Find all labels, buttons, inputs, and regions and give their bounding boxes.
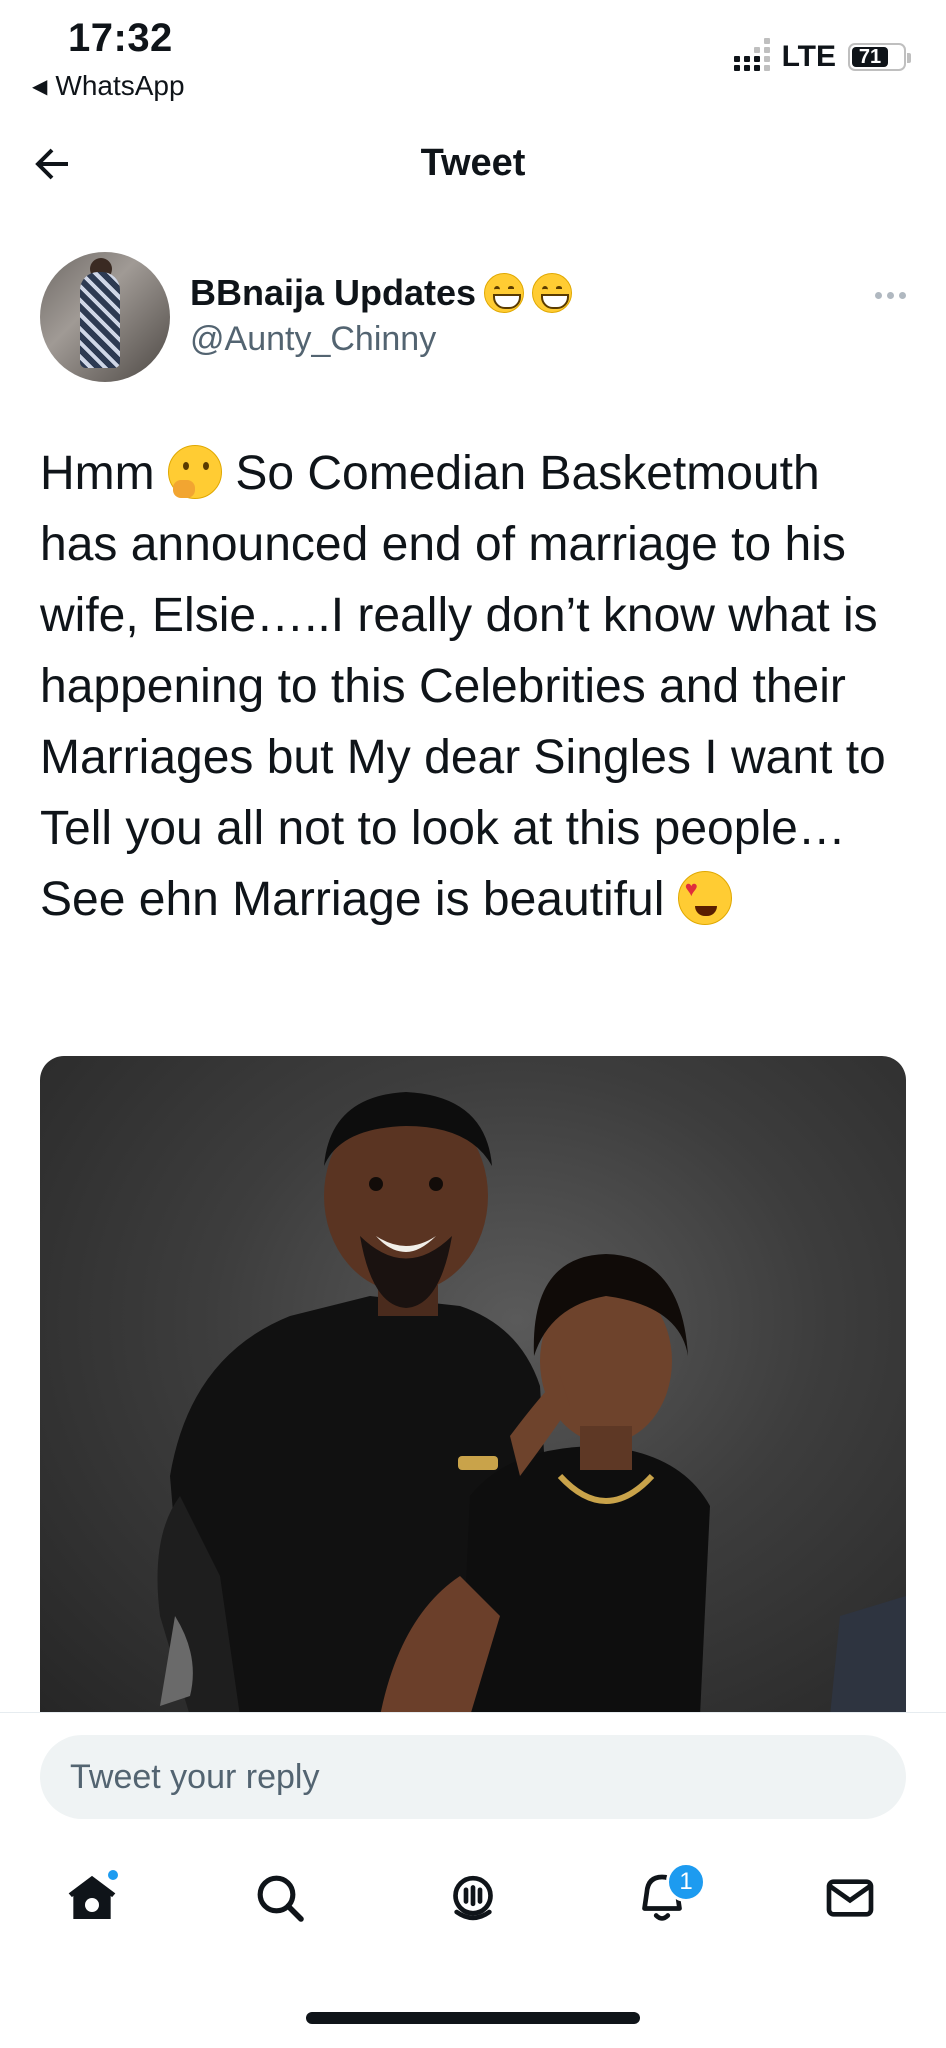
back-to-app-link[interactable]: ◀ WhatsApp: [32, 70, 185, 102]
spaces-icon: [453, 1875, 493, 1921]
back-app-label: WhatsApp: [55, 70, 185, 101]
search-icon: [257, 1875, 304, 1922]
bottom-tab-bar: 1: [0, 1850, 946, 1950]
tab-home[interactable]: [62, 1868, 122, 1928]
author-handle[interactable]: @Aunty_Chinny: [190, 320, 436, 359]
home-indicator[interactable]: [306, 2012, 640, 2024]
avatar[interactable]: [40, 252, 170, 382]
tab-search[interactable]: [250, 1868, 310, 1928]
battery-level: 71: [852, 46, 888, 68]
tweet-text: Hmm So Comedian Basketmouth has announce…: [40, 438, 910, 935]
thinking-emoji-icon: [167, 445, 222, 499]
tab-messages[interactable]: [820, 1868, 880, 1928]
tweet-author: BBnaija Updates @Aunty_Chinny: [40, 252, 906, 384]
signal-icon: [733, 38, 770, 71]
reply-bar: [0, 1712, 946, 1822]
author-name: BBnaija Updates: [190, 272, 477, 313]
heart-eyes-emoji-icon: [677, 871, 732, 925]
mail-icon: [826, 1879, 874, 1917]
grin-emoji-icon: [532, 273, 573, 313]
notification-count-badge: 1: [666, 1862, 706, 1902]
reply-input[interactable]: [40, 1735, 906, 1819]
status-indicators: LTE 71: [733, 38, 911, 74]
tweet-detail-screen: 17:32 ◀ WhatsApp LTE 71 Tweet BBnaija Up…: [0, 0, 946, 2048]
battery-icon: 71: [848, 43, 911, 71]
tab-spaces[interactable]: [443, 1868, 503, 1928]
tweet-photo[interactable]: [40, 1056, 906, 1716]
network-type: LTE: [781, 40, 836, 73]
author-name-row[interactable]: BBnaija Updates: [190, 272, 573, 314]
status-time: 17:32: [68, 16, 173, 60]
page-title: Tweet: [420, 142, 526, 184]
tweet-text-body: So Comedian Basketmouth has announced en…: [40, 447, 886, 926]
more-options-icon[interactable]: [875, 292, 906, 299]
tab-notifications[interactable]: 1: [632, 1862, 706, 1928]
tweet-text-start: Hmm: [40, 447, 155, 500]
home-unread-dot: [106, 1868, 120, 1882]
top-bar: Tweet: [0, 130, 946, 200]
status-bar: 17:32 ◀ WhatsApp LTE 71: [0, 0, 946, 110]
grin-emoji-icon: [484, 273, 525, 313]
back-triangle-icon: ◀: [32, 75, 48, 98]
couple-photo-illustration: [157, 1092, 906, 1716]
